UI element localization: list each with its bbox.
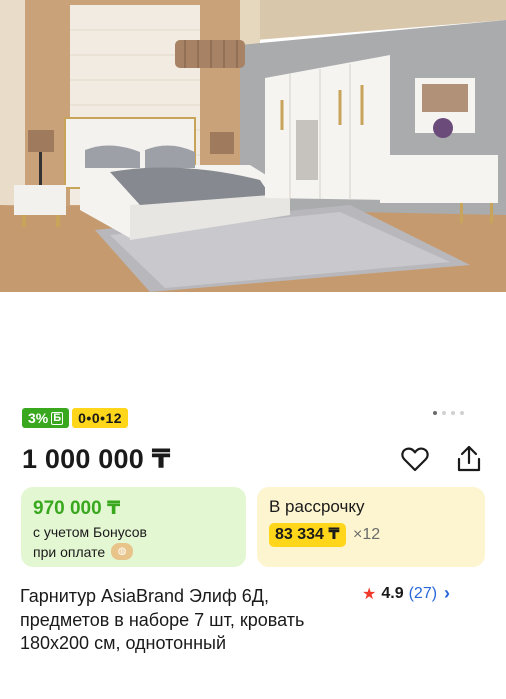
product-title: Гарнитур AsiaBrand Элиф 6Д, предметов в … (20, 586, 305, 653)
installment-monthly: 83 334 ₸ (269, 523, 346, 547)
bonus-note-text: при оплате (33, 543, 106, 560)
installment-multiplier: ×12 (353, 526, 381, 543)
bonus-badge: 3% Б (22, 408, 70, 428)
share-icon (457, 445, 481, 472)
bonus-note-line2: при оплате ◍ (33, 543, 134, 560)
product-image[interactable] (0, 0, 506, 292)
pager-dot (442, 411, 446, 415)
installment-badge: 0•0•12 (72, 408, 129, 428)
bonus-price-card[interactable]: 970 000 ₸ с учетом Бонусов при оплате ◍ (21, 487, 246, 567)
heart-icon (401, 447, 429, 472)
chevron-right-icon: › (444, 583, 451, 603)
payment-method-icon: ◍ (111, 543, 134, 560)
favorite-button[interactable] (400, 444, 430, 474)
bonus-price: 970 000 ₸ (33, 498, 121, 519)
bonus-icon: Б (51, 411, 64, 425)
review-count: (27) (408, 584, 438, 602)
promo-badges: 3% Б 0•0•12 (22, 408, 129, 428)
installment-title: В рассрочку (269, 497, 365, 516)
product-price: 1 000 000 ₸ (22, 444, 171, 474)
image-pager (433, 411, 464, 415)
pager-dot (433, 411, 437, 415)
rating-value: 4.9 (381, 584, 404, 602)
installment-card[interactable]: В рассрочку 83 334 ₸ ×12 (257, 487, 485, 567)
star-icon: ★ (362, 585, 377, 603)
pager-dot (451, 411, 455, 415)
bonus-note-line1: с учетом Бонусов (33, 524, 147, 540)
bonus-badge-label: 3% (28, 410, 49, 426)
share-button[interactable] (454, 444, 484, 474)
pager-dot (460, 411, 464, 415)
rating-link[interactable]: ★ 4.9 (27) › (362, 583, 450, 604)
